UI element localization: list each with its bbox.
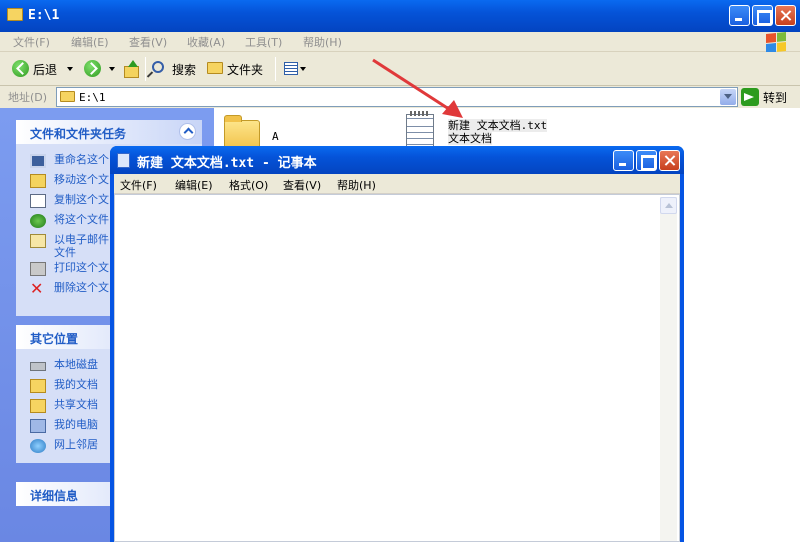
rename-icon <box>30 154 46 168</box>
menu-format[interactable]: 格式(O) <box>229 177 268 193</box>
search-icon[interactable] <box>152 61 164 73</box>
address-value: E:\1 <box>79 91 106 104</box>
menu-view[interactable]: 查看(V) <box>129 34 167 50</box>
globe-icon <box>30 214 46 228</box>
file-type: 文本文档 <box>448 132 492 145</box>
back-button[interactable]: 后退 <box>33 61 57 78</box>
notepad-icon <box>117 153 130 168</box>
menu-view[interactable]: 查看(V) <box>283 177 321 193</box>
forward-arrow-icon[interactable] <box>84 60 101 77</box>
menu-tools[interactable]: 工具(T) <box>245 34 282 50</box>
red-arrow-annotation <box>372 58 463 118</box>
menu-edit[interactable]: 编辑(E) <box>71 34 109 50</box>
panel-title[interactable]: 文件和文件夹任务 <box>16 120 202 144</box>
delete-x-icon: ✕ <box>30 279 44 298</box>
email-icon <box>30 234 46 248</box>
folder-name: A <box>272 130 279 143</box>
folder-up-icon[interactable] <box>123 60 139 78</box>
views-icon[interactable] <box>284 62 298 75</box>
views-dropdown-icon[interactable] <box>300 67 306 71</box>
maximize-button[interactable] <box>636 150 657 171</box>
folders-button[interactable]: 文件夹 <box>227 61 263 78</box>
explorer-title-bar[interactable]: E:\1 <box>0 0 800 32</box>
go-arrow-icon[interactable] <box>741 88 759 106</box>
go-button[interactable]: 转到 <box>763 89 787 106</box>
menu-file[interactable]: 文件(F) <box>13 34 50 50</box>
notepad-title: 新建 文本文档.txt - 记事本 <box>137 156 317 171</box>
collapse-icon[interactable] <box>179 123 196 140</box>
network-globe-icon <box>30 439 46 453</box>
printer-icon <box>30 262 46 276</box>
window-title: E:\1 <box>28 8 60 23</box>
notepad-title-bar[interactable]: 新建 文本文档.txt - 记事本 <box>110 146 684 174</box>
notepad-window: 新建 文本文档.txt - 记事本 文件(F) 编辑(E) 格式(O) 查看(V… <box>110 146 684 542</box>
scroll-up-arrow-icon[interactable] <box>660 197 677 214</box>
folder-icon <box>30 379 46 393</box>
notepad-text-area[interactable] <box>114 194 680 542</box>
search-button[interactable]: 搜索 <box>172 61 196 78</box>
menu-file[interactable]: 文件(F) <box>120 177 157 193</box>
vertical-scrollbar[interactable] <box>660 197 677 541</box>
close-button[interactable] <box>659 150 680 171</box>
copy-icon <box>30 194 46 208</box>
move-icon <box>30 174 46 188</box>
menu-edit[interactable]: 编辑(E) <box>175 177 213 193</box>
folders-icon[interactable] <box>207 62 223 74</box>
folder-icon <box>7 8 23 21</box>
close-button[interactable] <box>775 5 796 26</box>
windows-logo-icon <box>766 31 786 54</box>
menu-favorites[interactable]: 收藏(A) <box>187 34 225 50</box>
minimize-button[interactable] <box>729 5 750 26</box>
address-label: 地址(D) <box>8 91 48 104</box>
menu-help[interactable]: 帮助(H) <box>303 34 342 50</box>
disk-icon <box>30 362 46 371</box>
menu-help[interactable]: 帮助(H) <box>337 177 376 193</box>
address-dropdown-icon[interactable] <box>720 89 736 105</box>
forward-dropdown-icon[interactable] <box>109 67 115 71</box>
folder-icon <box>30 399 46 413</box>
maximize-button[interactable] <box>752 5 773 26</box>
computer-icon <box>30 419 46 433</box>
explorer-menu-bar: 文件(F) 编辑(E) 查看(V) 收藏(A) 工具(T) 帮助(H) <box>0 31 800 54</box>
back-dropdown-icon[interactable] <box>67 67 73 71</box>
notepad-menu-bar: 文件(F) 编辑(E) 格式(O) 查看(V) 帮助(H) <box>114 174 680 194</box>
folder-icon <box>60 91 75 102</box>
minimize-button[interactable] <box>613 150 634 171</box>
back-arrow-icon[interactable] <box>12 60 29 77</box>
